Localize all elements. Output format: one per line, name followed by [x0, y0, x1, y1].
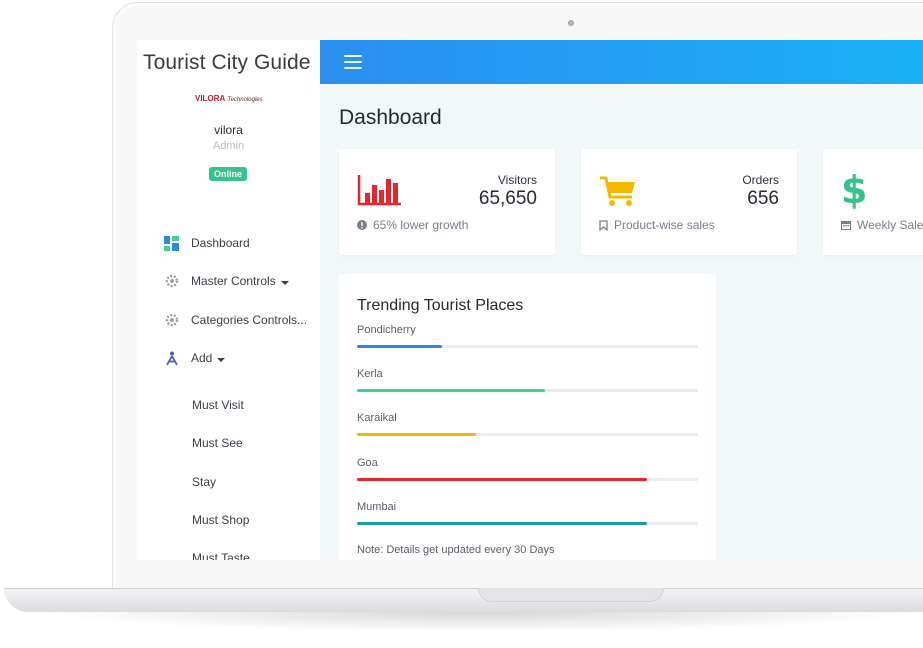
progress-fill [357, 389, 545, 392]
sidebar-subitem-must-shop[interactable]: Must Shop [192, 513, 249, 527]
card-label: Visitors [497, 173, 537, 187]
card-footer-text: Product-wise sales [614, 218, 715, 232]
logo-sub: Technologies [227, 97, 263, 103]
dollar-icon: $ [841, 168, 867, 214]
top-bar [320, 40, 923, 84]
sidebar-item-categories-controls[interactable]: Categories Controls... [164, 310, 307, 330]
progress-track [357, 345, 698, 348]
gear-icon [164, 274, 179, 289]
card-footer-text: Weekly Sales [857, 218, 923, 232]
user-name: vilora [214, 123, 243, 137]
progress-fill [357, 433, 477, 436]
laptop-notch [478, 588, 664, 602]
trending-places-card: Trending Tourist Places Pondicherry Kerl… [339, 274, 716, 560]
status-badge: Online [209, 167, 248, 181]
sidebar-item-dashboard[interactable]: Dashboard [164, 233, 250, 253]
sidebar-subitem-must-see[interactable]: Must See [192, 436, 243, 450]
sidebar-item-add[interactable]: Add [164, 348, 226, 368]
progress-track [357, 389, 698, 392]
card-value: 65,650 [478, 188, 537, 209]
chevron-down-icon [217, 357, 226, 362]
progress-fill [357, 345, 443, 348]
place-name: Mumbai [357, 501, 397, 513]
place-name: Kerla [357, 368, 383, 380]
progress-track [357, 522, 698, 525]
visitors-card: Visitors 65,650 65% lower growth [339, 149, 555, 255]
info-icon [357, 220, 367, 230]
chevron-down-icon [280, 280, 289, 285]
card-label: Orders [742, 173, 779, 187]
page-title: Dashboard [339, 106, 442, 129]
place-name: Karaikal [357, 412, 397, 424]
add-figure-icon [164, 351, 179, 366]
progress-track [357, 478, 698, 481]
update-note: Note: Details get updated every 30 Days [357, 544, 555, 556]
progress-fill [357, 478, 647, 481]
trending-title: Trending Tourist Places [357, 297, 524, 314]
camera-dot [568, 20, 574, 26]
orders-card: Orders 656 Product-wise sales [581, 149, 797, 255]
progress-track [357, 433, 698, 436]
place-name: Goa [357, 457, 378, 469]
gear-icon [164, 313, 179, 328]
sidebar-subitem-stay[interactable]: Stay [192, 475, 216, 489]
trending-place: Mumbai [357, 501, 698, 525]
cart-icon [599, 175, 637, 212]
logo-brand: VILORA [195, 94, 226, 103]
sidebar-item-label: Categories Controls... [191, 313, 308, 327]
app-title: Tourist City Guide [143, 51, 311, 74]
screen: Tourist City Guide VILORA Technologies v… [137, 40, 923, 560]
bookmark-icon [599, 219, 608, 231]
sidebar-item-master-controls[interactable]: Master Controls [164, 271, 289, 291]
progress-fill [357, 522, 647, 525]
card-value: 656 [747, 188, 779, 209]
calendar-icon [841, 220, 851, 230]
laptop-base [4, 588, 923, 612]
trending-place: Pondicherry [357, 324, 698, 348]
sidebar-subitem-must-taste[interactable]: Must Taste [192, 551, 250, 560]
user-role: Admin [212, 140, 245, 152]
laptop-shadow [40, 612, 923, 632]
card-footer-text: 65% lower growth [373, 218, 469, 232]
sidebar: Tourist City Guide VILORA Technologies v… [137, 40, 320, 560]
sidebar-item-label: Add [191, 351, 213, 365]
trending-place: Goa [357, 457, 698, 481]
card-footer: Product-wise sales [599, 218, 715, 232]
trending-place: Kerla [357, 368, 698, 392]
bar-chart-icon [357, 173, 403, 212]
sales-card: $ Weekly Sales [823, 149, 923, 255]
sidebar-item-label: Dashboard [191, 236, 250, 250]
sidebar-item-label: Master Controls [191, 274, 276, 288]
card-footer: Weekly Sales [841, 218, 923, 232]
card-footer: 65% lower growth [357, 218, 468, 232]
place-name: Pondicherry [357, 324, 416, 336]
hamburger-menu-icon[interactable] [344, 55, 362, 69]
sidebar-subitem-must-visit[interactable]: Must Visit [192, 398, 244, 412]
svg-text:$: $ [841, 169, 865, 209]
dashboard-icon [164, 235, 179, 251]
trending-place: Karaikal [357, 412, 698, 436]
company-logo: VILORA Technologies [195, 94, 263, 103]
